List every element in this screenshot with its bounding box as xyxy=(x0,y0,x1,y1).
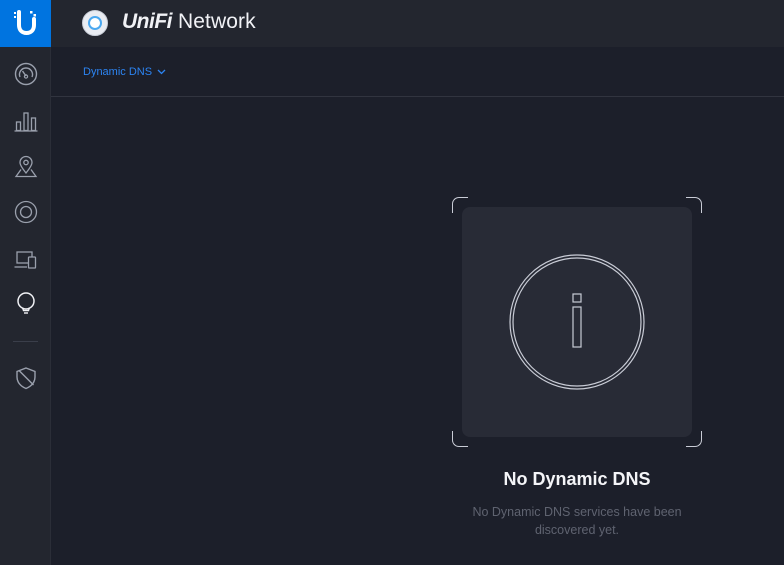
empty-state-title: No Dynamic DNS xyxy=(503,469,651,489)
sidebar-item-insights[interactable] xyxy=(0,285,51,321)
ubiquiti-logo[interactable] xyxy=(0,0,51,47)
app-title: UniFi Network xyxy=(122,10,256,36)
sidebar xyxy=(0,0,51,565)
empty-state-illustration xyxy=(452,197,702,447)
lightbulb-icon xyxy=(16,292,35,314)
ubiquiti-u-icon xyxy=(13,9,36,35)
sidebar-item-map[interactable] xyxy=(0,148,51,184)
empty-state-description: No Dynamic DNS services have been discov… xyxy=(472,505,682,537)
clients-devices-icon xyxy=(14,251,36,269)
dashboard-gauge-icon xyxy=(14,62,37,86)
map-pin-icon xyxy=(14,155,37,178)
empty-state-card xyxy=(462,207,692,437)
brand-name: UniFi xyxy=(122,10,173,33)
sidebar-item-dashboard[interactable] xyxy=(0,56,51,92)
chevron-down-icon xyxy=(157,69,166,75)
sidebar-divider xyxy=(13,341,38,342)
dynamic-dns-dropdown[interactable]: Dynamic DNS xyxy=(83,65,166,79)
sidebar-item-threat-management[interactable] xyxy=(0,360,51,396)
shield-icon xyxy=(15,367,36,390)
sidebar-item-devices[interactable] xyxy=(0,194,51,230)
bar-chart-icon xyxy=(14,112,37,132)
access-point-icon[interactable] xyxy=(81,9,109,37)
subnav-bar: Dynamic DNS xyxy=(51,47,784,97)
device-ring-icon xyxy=(14,200,37,224)
subnav-divider xyxy=(51,96,784,97)
app-header: UniFi Network xyxy=(51,0,784,47)
sidebar-item-statistics[interactable] xyxy=(0,103,51,139)
info-icon xyxy=(509,254,645,390)
sidebar-item-clients[interactable] xyxy=(0,242,51,278)
product-name: Network xyxy=(178,10,256,33)
dropdown-label: Dynamic DNS xyxy=(83,66,153,78)
